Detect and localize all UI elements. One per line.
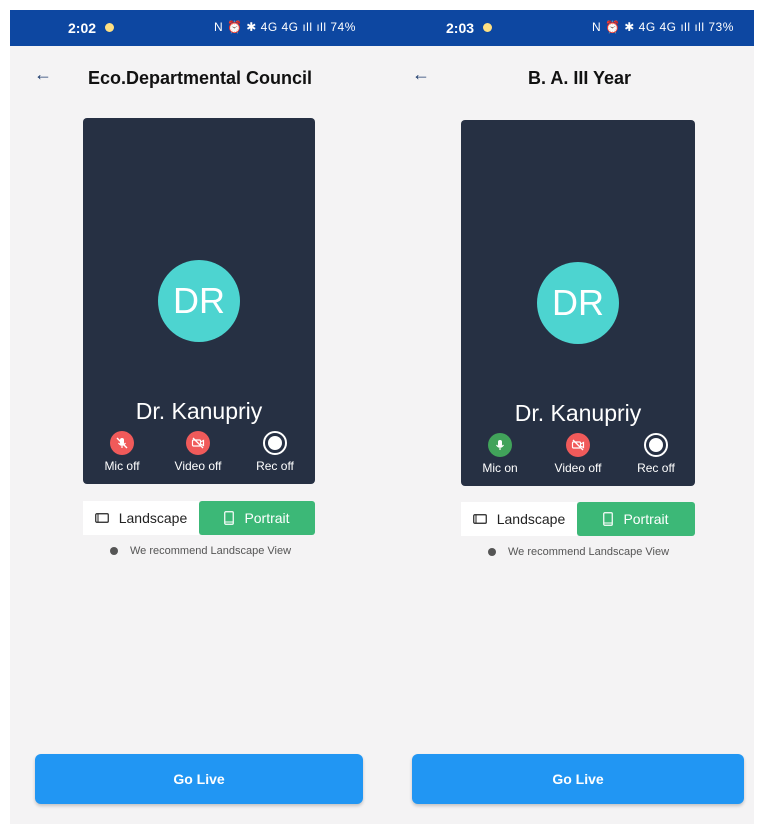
recommend-text: We recommend Landscape View: [130, 545, 292, 557]
participant-name: Dr. Kanupriy: [514, 400, 642, 426]
portrait-option[interactable]: Portrait: [199, 501, 315, 535]
video-preview-card: DR Dr. Kanupriy Mic off Video off Rec of…: [83, 118, 315, 484]
status-time: 2:03: [446, 20, 475, 36]
record-toggle[interactable]: Rec off: [235, 431, 315, 473]
mic-toggle[interactable]: Mic off: [82, 431, 162, 473]
recommend-hint: We recommend Landscape View: [110, 545, 291, 557]
status-time: 2:02: [68, 20, 97, 36]
record-label: Rec off: [256, 459, 294, 473]
recommend-hint: We recommend Landscape View: [488, 546, 669, 558]
landscape-option[interactable]: Landscape: [461, 502, 577, 536]
status-icons: N ⏰ ✱ 4G 4G ıll ıll 74%: [214, 20, 356, 34]
participant-name: Dr. Kanupriy: [135, 398, 263, 424]
portrait-label: Portrait: [244, 510, 290, 526]
video-toggle[interactable]: Video off: [538, 433, 618, 475]
bullet-icon: [110, 547, 118, 555]
video-off-icon: [186, 431, 210, 455]
page-title: Eco.Departmental Council: [88, 68, 313, 88]
recommend-text: We recommend Landscape View: [508, 546, 670, 558]
phone-screen-right: 2:03 N ⏰ ✱ 4G 4G ıll ıll 73% ← B. A. III…: [388, 10, 754, 824]
notification-icon: [483, 23, 492, 32]
landscape-icon: [94, 513, 109, 523]
landscape-option[interactable]: Landscape: [83, 501, 199, 535]
orientation-toggle: Landscape Portrait: [461, 502, 695, 536]
page-title: B. A. III Year: [528, 68, 632, 88]
back-arrow-icon[interactable]: ←: [34, 64, 52, 85]
status-bar: 2:03 N ⏰ ✱ 4G 4G ıll ıll 73%: [388, 10, 754, 46]
bullet-icon: [488, 548, 496, 556]
record-icon: [263, 431, 287, 455]
landscape-label: Landscape: [118, 510, 188, 526]
mic-toggle[interactable]: Mic on: [460, 433, 540, 475]
mic-off-icon: [110, 431, 134, 455]
record-icon: [644, 433, 668, 457]
notification-icon: [105, 23, 114, 32]
go-live-button[interactable]: Go Live: [412, 754, 744, 804]
go-live-button[interactable]: Go Live: [35, 754, 363, 804]
portrait-option[interactable]: Portrait: [577, 502, 695, 536]
video-label: Video off: [554, 461, 602, 475]
record-toggle[interactable]: Rec off: [616, 433, 696, 475]
mic-label: Mic off: [104, 459, 140, 473]
video-label: Video off: [174, 459, 222, 473]
record-label: Rec off: [637, 461, 675, 475]
portrait-icon: [603, 512, 614, 526]
mic-label: Mic on: [482, 461, 518, 475]
status-bar: 2:02 N ⏰ ✱ 4G 4G ıll ıll 74%: [10, 10, 388, 46]
avatar: DR: [158, 260, 240, 342]
video-off-icon: [566, 433, 590, 457]
landscape-label: Landscape: [496, 511, 566, 527]
landscape-icon: [472, 514, 487, 524]
video-toggle[interactable]: Video off: [158, 431, 238, 473]
status-icons: N ⏰ ✱ 4G 4G ıll ıll 73%: [592, 20, 734, 34]
portrait-icon: [224, 511, 235, 525]
orientation-toggle: Landscape Portrait: [83, 501, 315, 535]
mic-on-icon: [488, 433, 512, 457]
back-arrow-icon[interactable]: ←: [412, 64, 430, 85]
phone-screen-left: 2:02 N ⏰ ✱ 4G 4G ıll ıll 74% ← Eco.Depar…: [10, 10, 388, 824]
portrait-label: Portrait: [623, 511, 669, 527]
video-preview-card: DR Dr. Kanupriy Mic on Video off Rec off: [461, 120, 695, 486]
avatar: DR: [537, 262, 619, 344]
